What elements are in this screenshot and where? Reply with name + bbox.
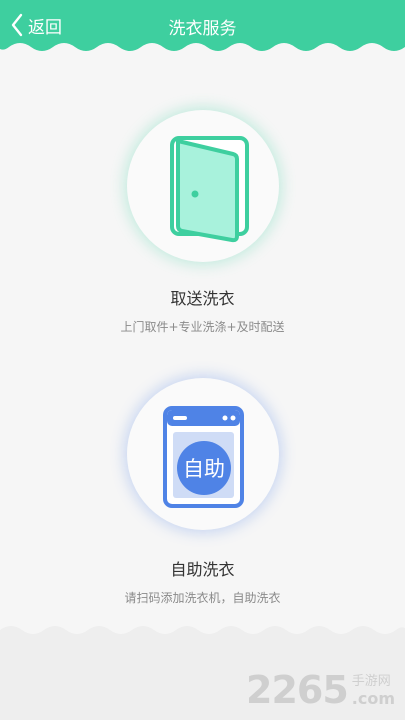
footer-area: 2265 手游网 .com <box>0 618 405 720</box>
pickup-laundry-title: 取送洗衣 <box>170 289 235 308</box>
door-icon <box>170 136 249 243</box>
page-title: 洗衣服务 <box>168 19 237 39</box>
pickup-icon-circle[interactable] <box>127 110 279 262</box>
washing-machine-icon: 自助 <box>163 406 244 508</box>
self-service-icon-circle[interactable]: 自助 <box>127 378 279 530</box>
watermark-domain: .com <box>351 689 395 708</box>
header-bar: 返回 洗衣服务 <box>0 0 405 60</box>
pickup-laundry-description: 上门取件+专业洗涤+及时配送 <box>120 320 285 334</box>
self-service-icon-text: 自助 <box>183 457 225 481</box>
watermark-number: 2265 <box>246 668 349 712</box>
self-service-laundry-description: 请扫码添加洗衣机，自助洗衣 <box>124 591 281 605</box>
watermark-cn: 手游网 <box>351 674 391 689</box>
self-service-laundry-title: 自助洗衣 <box>170 560 235 579</box>
site-watermark: 2265 手游网 .com <box>246 668 395 712</box>
